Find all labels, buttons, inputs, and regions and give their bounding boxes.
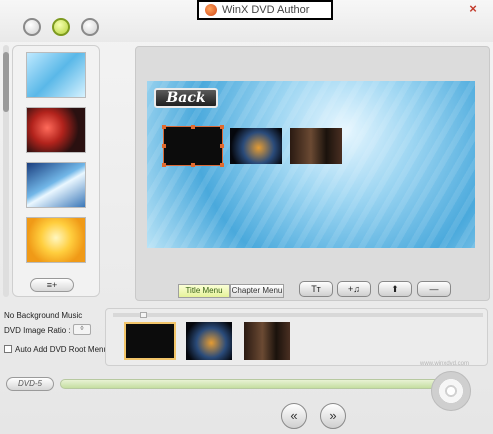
menu-back-button[interactable]: Back xyxy=(154,88,218,108)
add-text-button[interactable]: Tт xyxy=(299,281,333,297)
window-circle-button-1[interactable] xyxy=(23,18,41,36)
disc-icon[interactable] xyxy=(431,371,471,411)
app-title-text: WinX DVD Author xyxy=(222,4,310,16)
selection-handle[interactable] xyxy=(220,125,224,129)
app-title: WinX DVD Author xyxy=(197,0,333,20)
template-thumbnail-blue-wave[interactable] xyxy=(26,162,86,208)
auto-add-root-menu-label: Auto Add DVD Root Menu xyxy=(15,345,108,354)
timeline-chapter-3[interactable] xyxy=(244,322,290,360)
selection-handle[interactable] xyxy=(162,125,166,129)
next-step-button[interactable]: » xyxy=(320,403,346,429)
timeline-chapter-1[interactable] xyxy=(124,322,176,360)
watermark: www.winxdvd.com xyxy=(420,361,470,367)
timeline-scrollbar-thumb[interactable] xyxy=(140,312,147,318)
add-template-button[interactable]: ≡+ xyxy=(30,278,74,292)
template-thumbnail-yellow-flowers[interactable] xyxy=(26,217,86,263)
image-ratio-select[interactable]: ◊ xyxy=(73,324,91,335)
winx-logo-icon xyxy=(205,4,217,16)
image-ratio-label: DVD Image Ratio : xyxy=(4,326,71,335)
dvd-type-badge[interactable]: DVD-5 xyxy=(6,377,54,391)
menu-chapter-thumbnail-3[interactable] xyxy=(290,128,342,164)
window-circle-button-3[interactable] xyxy=(81,18,99,36)
template-thumbnail-blue-mosaic[interactable] xyxy=(26,52,86,98)
template-scrollbar-thumb[interactable] xyxy=(3,52,9,112)
background-music-status: No Background Music xyxy=(4,311,83,320)
move-up-button[interactable]: ⬆ xyxy=(378,281,412,297)
tab-chapter-menu[interactable]: Chapter Menu xyxy=(230,284,284,298)
tab-title-menu[interactable]: Title Menu xyxy=(178,284,230,298)
close-icon[interactable]: × xyxy=(466,2,480,16)
menu-chapter-thumbnail-2[interactable] xyxy=(230,128,282,164)
template-thumbnail-red-flower[interactable] xyxy=(26,107,86,153)
window-circle-button-2[interactable] xyxy=(52,18,70,36)
add-music-button[interactable]: +♫ xyxy=(337,281,371,297)
remove-button[interactable]: — xyxy=(417,281,451,297)
selection-handle[interactable] xyxy=(191,125,195,129)
selection-handle[interactable] xyxy=(220,163,224,167)
selection-handle[interactable] xyxy=(191,163,195,167)
timeline-scrollbar[interactable] xyxy=(113,313,483,317)
timeline-chapter-2[interactable] xyxy=(186,322,232,360)
selection-handle[interactable] xyxy=(162,144,166,148)
selection-handle[interactable] xyxy=(162,163,166,167)
selection-handle[interactable] xyxy=(220,144,224,148)
previous-step-button[interactable]: « xyxy=(281,403,307,429)
menu-chapter-thumbnail-1[interactable] xyxy=(163,126,223,166)
disc-capacity-bar xyxy=(60,379,448,389)
auto-add-root-menu-checkbox[interactable] xyxy=(4,345,12,353)
